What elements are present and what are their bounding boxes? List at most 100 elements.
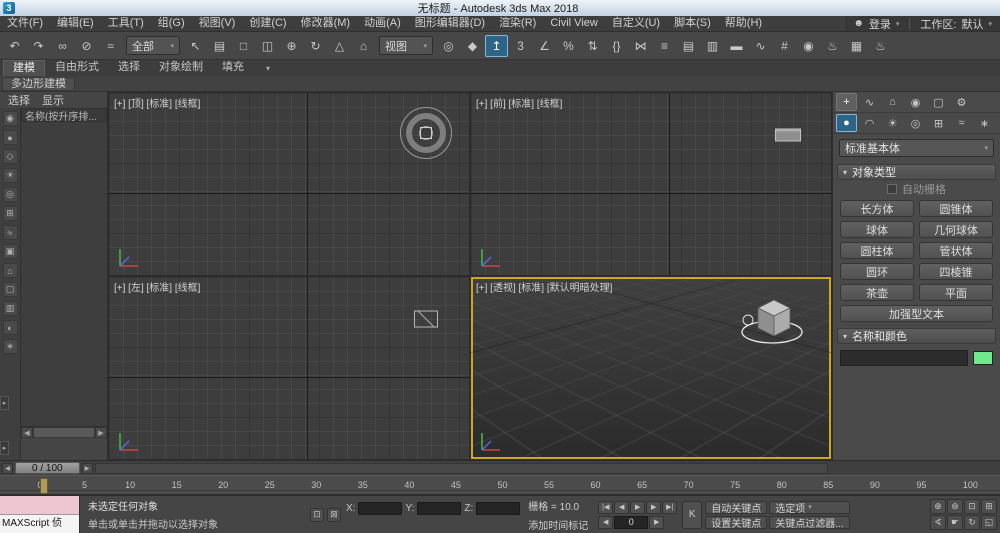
angle-snap-icon[interactable]: ∠ xyxy=(533,35,556,57)
explorer-menu-display[interactable]: 显示 xyxy=(36,92,70,108)
object-color-swatch[interactable] xyxy=(973,351,993,365)
toggle-ribbon-icon[interactable]: ▬ xyxy=(725,35,748,57)
se-lights-filter-icon[interactable]: ☀ xyxy=(3,168,18,183)
z-coordinate-input[interactable] xyxy=(476,502,520,515)
previous-frame-icon[interactable]: ◀ xyxy=(614,501,629,514)
name-column-header[interactable]: 名称(按升序排... xyxy=(21,108,107,122)
go-to-end-icon[interactable]: ▶| xyxy=(662,501,677,514)
menu-group[interactable]: 组(G) xyxy=(151,16,192,31)
se-materials-filter-icon[interactable]: ◐ xyxy=(3,320,18,335)
x-coordinate-input[interactable] xyxy=(358,502,402,515)
se-groups-filter-icon[interactable]: ▣ xyxy=(3,244,18,259)
menu-rendering[interactable]: 渲染(R) xyxy=(492,16,543,31)
geometry-category-icon[interactable]: ● xyxy=(836,114,857,132)
undo-icon[interactable]: ↶ xyxy=(3,35,26,57)
field-of-view-icon[interactable]: ∢ xyxy=(930,515,946,530)
zoom-icon[interactable]: ⊕ xyxy=(930,499,946,514)
bind-to-space-warp-icon[interactable]: ≈ xyxy=(99,35,122,57)
lights-category-icon[interactable]: ☀ xyxy=(882,114,903,132)
mini-listener-field[interactable]: MAXScript 侦 xyxy=(0,515,79,533)
display-tab[interactable]: ▢ xyxy=(928,93,949,111)
isolate-selection-toggle-icon[interactable]: ⊡ xyxy=(310,508,324,522)
selection-filter-dropdown[interactable]: 全部 ▾ xyxy=(126,36,180,55)
keyboard-shortcut-override-icon[interactable]: ↥ xyxy=(485,35,508,57)
ribbon-subtab-polygon-modeling[interactable]: 多边形建模 xyxy=(2,77,75,91)
motion-tab[interactable]: ◉ xyxy=(905,93,926,111)
time-slider-track[interactable] xyxy=(95,463,828,474)
se-helpers-filter-icon[interactable]: ⊞ xyxy=(3,206,18,221)
select-object-icon[interactable]: ↖ xyxy=(184,35,207,57)
maxscript-mini-listener[interactable]: MAXScript 侦 xyxy=(0,496,80,533)
percent-snap-icon[interactable]: % xyxy=(557,35,580,57)
maximize-viewport-toggle-icon[interactable]: ◱ xyxy=(981,515,997,530)
cameras-category-icon[interactable]: ◎ xyxy=(905,114,926,132)
hierarchy-tab[interactable]: ⌂ xyxy=(882,93,903,111)
align-icon[interactable]: ≡ xyxy=(653,35,676,57)
se-containers-filter-icon[interactable]: ▢ xyxy=(3,282,18,297)
go-to-start-icon[interactable]: |◀ xyxy=(598,501,613,514)
name-color-rollout-header[interactable]: ▾ 名称和颜色 xyxy=(837,328,996,344)
previous-key-icon[interactable]: ◀ xyxy=(598,516,613,529)
cone-button[interactable]: 圆锥体 xyxy=(919,200,993,217)
systems-category-icon[interactable]: ∗ xyxy=(974,114,995,132)
select-and-rotate-icon[interactable]: ↻ xyxy=(304,35,327,57)
se-spacewarps-filter-icon[interactable]: ≈ xyxy=(3,225,18,240)
ribbon-tab-modeling[interactable]: 建模 xyxy=(3,60,45,76)
redo-icon[interactable]: ↷ xyxy=(27,35,50,57)
panel-expand-arrow[interactable]: ▸ xyxy=(0,441,9,455)
schematic-view-icon[interactable]: # xyxy=(773,35,796,57)
geosphere-button[interactable]: 几何球体 xyxy=(919,221,993,238)
viewport-front-label[interactable]: [+] [前] [标准] [线框] xyxy=(476,95,562,110)
teapot-button[interactable]: 茶壶 xyxy=(840,284,914,301)
key-filters-button[interactable]: 关键点过滤器... xyxy=(769,516,849,529)
menu-views[interactable]: 视图(V) xyxy=(192,16,243,31)
selected-dropdown[interactable]: 选定项 ▾ xyxy=(769,501,849,514)
set-key-mode-button[interactable]: 设置关键点 xyxy=(705,516,767,529)
unlink-selection-icon[interactable]: ⊘ xyxy=(75,35,98,57)
ribbon-tab-freeform[interactable]: 自由形式 xyxy=(46,60,108,76)
toggle-scene-explorer-icon[interactable]: ▤ xyxy=(677,35,700,57)
auto-key-button[interactable]: 自动关键点 xyxy=(705,501,767,514)
menu-help[interactable]: 帮助(H) xyxy=(718,16,769,31)
plane-button[interactable]: 平面 xyxy=(919,284,993,301)
current-frame-marker[interactable] xyxy=(40,478,48,494)
scroll-right-icon[interactable]: ▶ xyxy=(95,427,107,438)
torus-button[interactable]: 圆环 xyxy=(840,263,914,280)
select-and-scale-icon[interactable]: △ xyxy=(328,35,351,57)
select-and-place-icon[interactable]: ⌂ xyxy=(352,35,375,57)
time-slider-next-arrow[interactable]: ▶ xyxy=(82,463,93,474)
panel-expand-arrow[interactable]: ▸ xyxy=(0,396,9,410)
y-coordinate-input[interactable] xyxy=(417,502,461,515)
menu-scripting[interactable]: 脚本(S) xyxy=(667,16,718,31)
box-button[interactable]: 长方体 xyxy=(840,200,914,217)
rectangular-selection-region-icon[interactable]: □ xyxy=(232,35,255,57)
shapes-category-icon[interactable]: ◠ xyxy=(859,114,880,132)
macro-recorder-field[interactable] xyxy=(0,496,79,515)
menu-create[interactable]: 创建(C) xyxy=(242,16,293,31)
workspace-selector[interactable]: 默认 xyxy=(961,16,983,32)
timeline-ruler[interactable]: 0510152025303540455055606570758085909510… xyxy=(0,475,1000,495)
select-and-manipulate-icon[interactable]: ◆ xyxy=(461,35,484,57)
zoom-extents-all-icon[interactable]: ⊞ xyxy=(981,499,997,514)
next-key-icon[interactable]: ▶ xyxy=(649,516,664,529)
sphere-button[interactable]: 球体 xyxy=(840,221,914,238)
viewport-left[interactable]: [+] [左] [标准] [线框] xyxy=(109,277,469,459)
se-misc-filter-icon[interactable]: ∗ xyxy=(3,339,18,354)
viewport-perspective[interactable]: [+] [透视] [标准] [默认明暗处理] xyxy=(471,277,831,459)
toggle-layer-explorer-icon[interactable]: ▥ xyxy=(701,35,724,57)
window-crossing-toggle-icon[interactable]: ◫ xyxy=(256,35,279,57)
next-frame-icon[interactable]: ▶ xyxy=(646,501,661,514)
menu-graph-editors[interactable]: 图形编辑器(D) xyxy=(408,16,492,31)
explorer-menu-select[interactable]: 选择 xyxy=(2,92,36,108)
menu-animation[interactable]: 动画(A) xyxy=(357,16,408,31)
object-name-input[interactable] xyxy=(840,350,968,366)
menu-file[interactable]: 文件(F) xyxy=(0,16,50,31)
selection-lock-toggle-icon[interactable]: ⊠ xyxy=(327,508,341,522)
spinner-snap-icon[interactable]: ⇅ xyxy=(581,35,604,57)
current-frame-field[interactable]: 0 xyxy=(614,516,648,529)
mirror-icon[interactable]: ⋈ xyxy=(629,35,652,57)
menu-customize[interactable]: 自定义(U) xyxy=(605,16,667,31)
tube-object-front-view[interactable] xyxy=(775,128,801,141)
ribbon-minimize-icon[interactable]: ▾ xyxy=(260,64,276,73)
select-by-name-icon[interactable]: ▤ xyxy=(208,35,231,57)
